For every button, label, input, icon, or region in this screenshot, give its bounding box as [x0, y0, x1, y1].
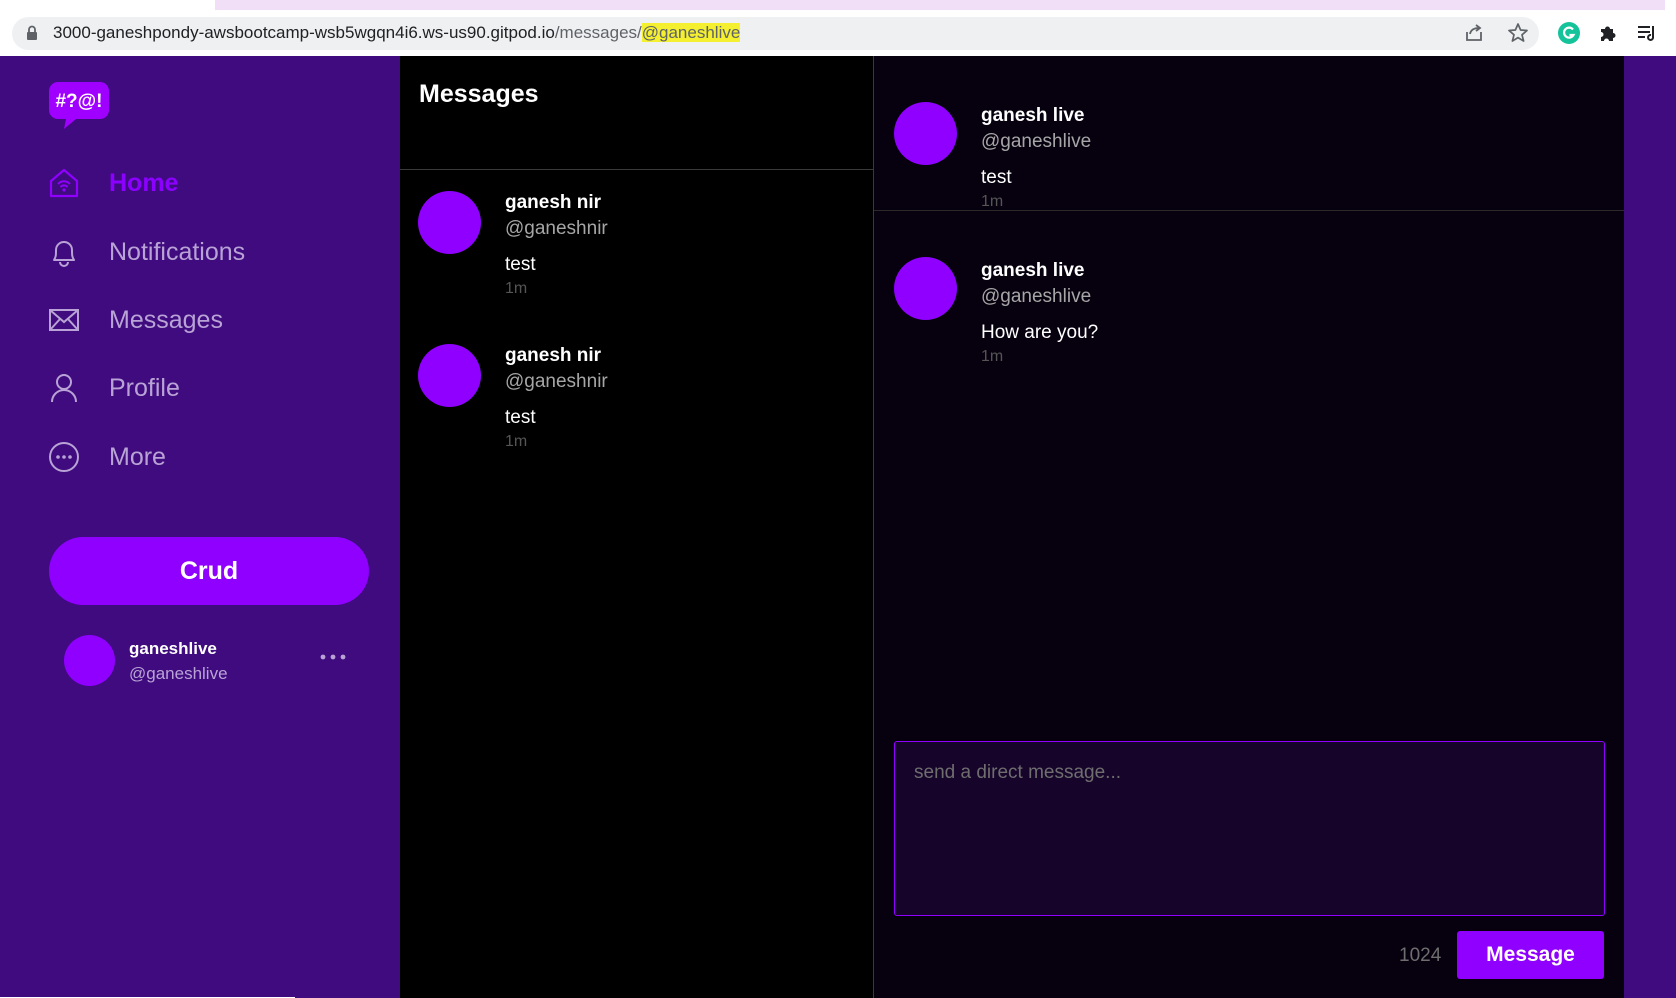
group-name: ganesh nir: [505, 345, 602, 366]
sidebar: #?@! Home Notifications Messages Profile…: [0, 56, 400, 998]
message-handle: @ganeshlive: [981, 131, 1092, 152]
nav-home-label: Home: [109, 168, 179, 197]
user-handle: @ganeshlive: [129, 664, 228, 683]
url-highlight: @ganeshlive: [641, 23, 741, 42]
character-count: 1024: [1399, 945, 1442, 966]
avatar: [418, 191, 481, 254]
tab-strip: [215, 0, 1665, 10]
nav-profile-label: Profile: [109, 373, 180, 402]
group-handle: @ganeshnir: [505, 218, 608, 239]
avatar: [894, 102, 957, 165]
ellipsis-icon[interactable]: [318, 651, 348, 663]
lock-icon[interactable]: [26, 25, 38, 41]
nav-messages[interactable]: Messages: [48, 300, 223, 340]
nav-home[interactable]: Home: [48, 163, 178, 203]
group-name: ganesh nir: [505, 192, 602, 213]
user-display-name: ganeshlive: [129, 639, 217, 658]
message-time: 1m: [981, 193, 1004, 210]
message-groups-panel: Messages ganesh nir @ganeshnir test 1m g…: [400, 56, 874, 998]
home-icon: [49, 168, 79, 198]
avatar: [894, 257, 957, 320]
nav-more[interactable]: More: [48, 437, 166, 477]
group-last-message: test: [505, 254, 536, 275]
grammarly-icon[interactable]: [1557, 21, 1581, 45]
message-body: How are you?: [981, 322, 1099, 343]
nav-messages-label: Messages: [109, 305, 223, 334]
url-path: /messages/: [554, 23, 642, 42]
message-time: 1m: [981, 348, 1004, 365]
message-item: ganesh live @ganeshlive test 1m: [874, 56, 1624, 211]
logo-icon[interactable]: #?@!: [48, 80, 110, 130]
page-title: Messages: [419, 80, 539, 108]
group-handle: @ganeshnir: [505, 371, 608, 392]
message-group-item[interactable]: ganesh nir @ganeshnir test 1m: [400, 328, 874, 468]
star-icon[interactable]: [1507, 22, 1529, 44]
nav-profile[interactable]: Profile: [48, 368, 180, 408]
send-message-button[interactable]: Message: [1457, 931, 1604, 979]
extensions-icon[interactable]: [1597, 22, 1619, 44]
url-host: 3000-ganeshpondy-awsbootcamp-wsb5wgqn4i6…: [53, 23, 555, 42]
bell-icon: [53, 241, 75, 267]
group-time: 1m: [505, 280, 528, 297]
avatar: [418, 344, 481, 407]
message-item: ganesh live @ganeshlive How are you? 1m: [874, 211, 1624, 366]
divider: [400, 169, 874, 170]
group-last-message: test: [505, 407, 536, 428]
more-circle-icon: [49, 442, 79, 472]
message-author: ganesh live: [981, 105, 1085, 126]
message-handle: @ganeshlive: [981, 286, 1092, 307]
url-text[interactable]: 3000-ganeshpondy-awsbootcamp-wsb5wgqn4i6…: [53, 23, 741, 43]
logo-text: #?@!: [55, 91, 102, 112]
envelope-icon: [49, 309, 79, 331]
message-input[interactable]: [894, 741, 1605, 916]
nav-more-label: More: [109, 442, 166, 471]
share-icon[interactable]: [1463, 22, 1485, 44]
right-gutter: [1624, 56, 1676, 998]
crud-button[interactable]: Crud: [49, 537, 369, 605]
browser-bar: 3000-ganeshpondy-awsbootcamp-wsb5wgqn4i6…: [0, 0, 1676, 56]
message-body: test: [981, 167, 1012, 188]
message-group-item[interactable]: ganesh nir @ganeshnir test 1m: [400, 174, 874, 314]
group-time: 1m: [505, 433, 528, 450]
person-icon: [51, 374, 77, 403]
message-author: ganesh live: [981, 260, 1085, 281]
reading-list-icon[interactable]: [1636, 22, 1658, 44]
nav-notifications[interactable]: Notifications: [48, 232, 245, 272]
conversation-panel: ganesh live @ganeshlive test 1m ganesh l…: [874, 56, 1624, 998]
avatar[interactable]: [64, 635, 115, 686]
nav-notifications-label: Notifications: [109, 237, 246, 266]
